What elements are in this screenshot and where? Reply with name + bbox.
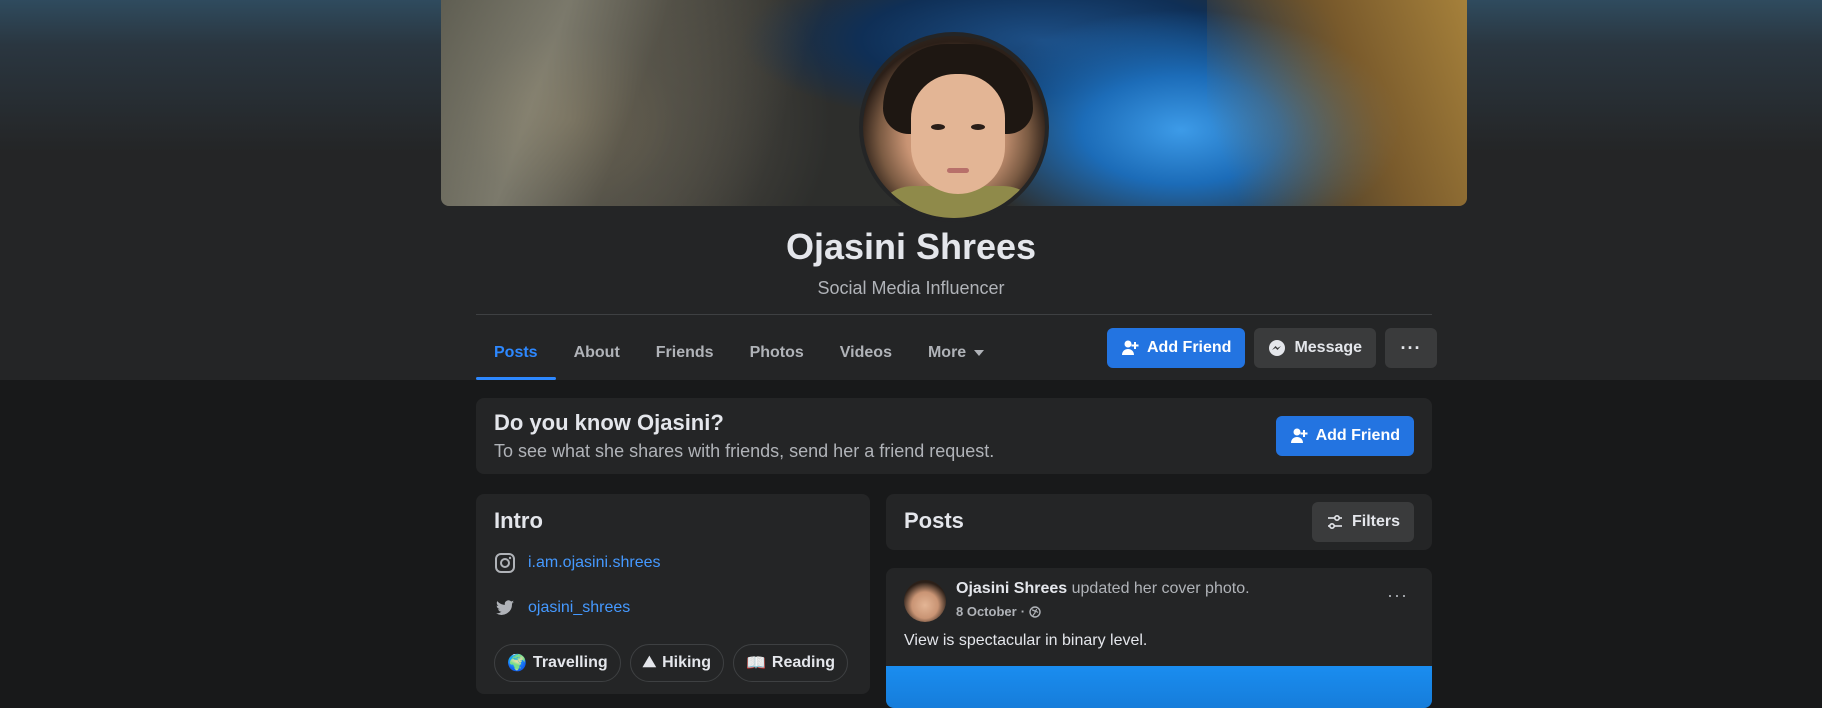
twitter-icon [496,600,514,615]
messenger-icon [1269,340,1286,356]
avatar-mouth [947,168,969,173]
intro-title: Intro [494,508,543,533]
profile-name: Ojasini Shrees [785,226,1037,267]
post-meta: 8 October · [956,604,1041,619]
hobby-chip-reading[interactable]: 📖 Reading [732,644,849,682]
twitter-link-row[interactable]: ojasini_shrees [494,597,630,619]
message-button[interactable]: Message [1254,328,1377,368]
add-friend-icon [1122,340,1139,355]
hobby-label: Reading [771,654,836,671]
book-emoji-icon: 📖 [745,655,766,672]
add-friend-button[interactable]: Add Friend [1107,328,1246,368]
post-text: View is spectacular in binary level. [904,632,1148,649]
message-label: Message [1294,339,1363,356]
hobby-label: Travelling [532,654,608,671]
globe-emoji-icon: 🌍 [507,655,527,672]
posts-header-card: Posts Filters [886,494,1432,550]
hobby-chip-travelling[interactable]: 🌍 Travelling [494,644,621,682]
mountain-emoji-icon: ⛰ [642,654,657,671]
post-card: Ojasini Shrees updated her cover photo. … [886,568,1432,708]
tab-friends[interactable]: Friends [638,326,732,380]
post-more-button[interactable]: ··· [1387,586,1408,604]
add-friend-icon [1290,428,1308,443]
add-friend-card-button[interactable]: Add Friend [1275,416,1414,456]
more-options-button[interactable]: ··· [1385,328,1438,368]
friend-request-text: To see what she shares with friends, sen… [494,441,995,461]
instagram-link-row[interactable]: i.am.ojasini.shrees [494,552,661,574]
instagram-icon [495,553,515,573]
tab-about[interactable]: About [556,326,638,380]
filters-button[interactable]: Filters [1311,502,1414,542]
filters-icon [1327,514,1342,530]
profile-tabs: Posts About Friends Photos Videos More [476,326,1002,380]
profile-avatar[interactable] [859,32,1049,222]
avatar-eye-right [971,124,985,130]
cover-rocks-right [1207,0,1467,206]
hobby-chip-hiking[interactable]: ⛰ Hiking [629,644,724,682]
filters-label: Filters [1351,513,1400,530]
post-meta-separator: · [1020,604,1026,619]
friend-request-title: Do you know Ojasini? [494,410,724,435]
tab-more[interactable]: More [910,326,1002,380]
post-author-name[interactable]: Ojasini Shrees [956,580,1067,597]
tab-more-label: More [927,344,967,361]
post-date[interactable]: 8 October [956,604,1017,619]
add-friend-card-label: Add Friend [1315,427,1400,444]
hobbies-list: 🌍 Travelling ⛰ Hiking 📖 Reading [494,644,849,682]
avatar-eye-left [931,124,945,130]
profile-actions: Add Friend Message ··· [1107,328,1438,368]
post-image[interactable] [886,666,1432,708]
add-friend-label: Add Friend [1147,339,1232,356]
profile-subtitle: Social Media Influencer [817,278,1005,298]
intro-card: Intro i.am.ojasini.shrees ojasini_shrees… [476,494,870,694]
tab-photos[interactable]: Photos [732,326,822,380]
posts-title: Posts [904,508,964,533]
instagram-handle[interactable]: i.am.ojasini.shrees [528,554,661,572]
post-author-avatar[interactable] [904,580,946,622]
globe-icon [1029,605,1041,618]
friend-request-card: Do you know Ojasini? To see what she sha… [476,398,1432,474]
tab-posts[interactable]: Posts [476,326,556,380]
header-divider [476,314,1432,315]
hobby-label: Hiking [662,654,711,671]
caret-down-icon [974,350,985,356]
avatar-face [911,74,1005,194]
post-action-text: updated her cover photo. [1071,580,1250,597]
post-author-line: Ojasini Shrees updated her cover photo. [956,580,1250,598]
cover-rocks-left [441,0,881,206]
tab-videos[interactable]: Videos [822,326,910,380]
twitter-handle[interactable]: ojasini_shrees [528,599,630,617]
